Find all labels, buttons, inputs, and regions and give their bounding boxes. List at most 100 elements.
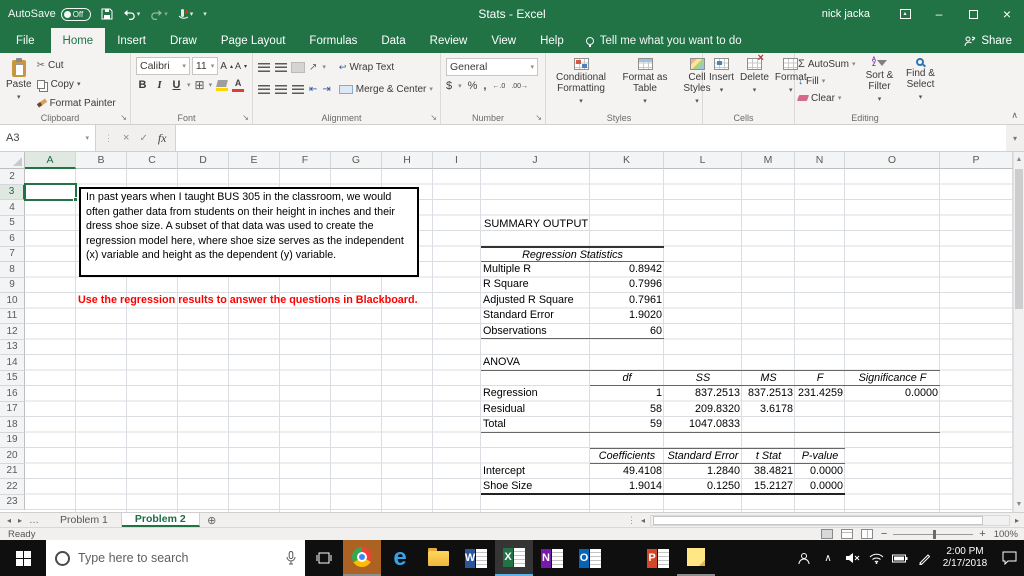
dropdown-arrow-icon[interactable]: ▾ [838,94,842,102]
stat-cell[interactable]: Standard Error [481,308,590,324]
tab-view[interactable]: View [479,28,528,53]
italic-button[interactable]: I [153,79,166,91]
fill-color-button[interactable] [216,79,229,91]
sheet-nav-right-icon[interactable]: ▸ [18,516,22,525]
scroll-left-icon[interactable]: ◂ [638,516,648,525]
page-break-preview-button[interactable] [860,529,873,539]
row-header[interactable]: 3 [0,184,25,200]
share-button[interactable]: Share [964,28,1024,53]
dropdown-arrow-icon[interactable]: ▾ [322,63,326,71]
drag-handle-icon[interactable]: ⋮ [104,133,113,144]
coefficient-header-cell[interactable]: t Stat [742,449,795,463]
column-header[interactable]: A [25,152,76,169]
volume-button[interactable] [840,540,864,576]
sheet-tab-problem1[interactable]: Problem 1 [47,513,122,527]
row-header[interactable]: 14 [0,355,25,371]
column-header[interactable]: H [382,152,433,169]
coefficient-cell[interactable]: 38.4821 [742,464,795,480]
taskbar-sticky-notes-button[interactable] [677,540,715,576]
coefficient-cell[interactable]: Shoe Size [481,479,590,493]
row-header[interactable]: 16 [0,386,25,402]
ribbon-display-options-button[interactable]: ▴ [888,0,922,28]
fill-button[interactable]: ↓ Fill ▾ [798,73,855,89]
paste-button[interactable]: Paste ▾ [3,56,35,105]
anova-cell[interactable]: 59 [590,417,664,432]
column-header[interactable]: G [331,152,382,169]
row-header[interactable]: 4 [0,200,25,216]
taskbar-outlook-button[interactable]: O [571,540,609,576]
selected-cell-A3[interactable] [24,183,78,202]
row-header[interactable]: 9 [0,277,25,293]
column-header[interactable]: J [481,152,590,169]
horizontal-scroll-thumb[interactable] [652,515,983,525]
sheet-nav-left-icon[interactable]: ◂ [7,516,11,525]
task-view-button[interactable] [305,540,343,576]
anova-cell[interactable]: 209.8320 [664,402,742,418]
tab-formulas[interactable]: Formulas [297,28,369,53]
sheet-grid[interactable]: ABCDEFGHIJKLMNOP 2 3 4 5 6 7 8 9 10 11 12 13 14 15 16 1… [0,152,1013,512]
battery-button[interactable] [888,540,912,576]
anova-cell[interactable]: 837.2513 [742,386,795,402]
sheet-nav-more[interactable]: … [29,515,40,526]
page-layout-view-button[interactable] [840,529,853,539]
row-header[interactable]: 8 [0,262,25,278]
row-header[interactable]: 23 [0,494,25,510]
windows-ink-button[interactable] [912,540,936,576]
dropdown-arrow-icon[interactable]: ▾ [429,85,433,93]
regression-stats-title[interactable]: Regression Statistics [481,246,664,262]
dropdown-arrow-icon[interactable]: ▾ [187,81,191,89]
row-header[interactable]: 19 [0,432,25,448]
vertical-scrollbar[interactable]: ▲ ▼ [1013,152,1024,512]
row-header[interactable]: 20 [0,448,25,464]
stat-cell[interactable]: R Square [481,277,590,293]
coefficient-cell[interactable]: 0.0000 [795,479,845,493]
zoom-level[interactable]: 100% [994,529,1018,540]
anova-cell[interactable]: 3.6178 [742,402,795,418]
show-hidden-icons-button[interactable]: ∧ [816,540,840,576]
find-select-button[interactable]: Find & Select ▾ [899,56,941,105]
zoom-in-button[interactable]: + [979,528,985,540]
column-header[interactable]: K [590,152,664,169]
dropdown-arrow-icon[interactable]: ▾ [458,82,462,90]
anova-cell[interactable]: 231.4259 [795,386,845,402]
decrease-indent-button[interactable]: ⇤ [309,84,317,95]
coefficient-cell[interactable]: 1.2840 [664,464,742,480]
merge-center-button[interactable]: Merge & Center ▾ [338,80,433,98]
borders-button[interactable]: ⊞ [195,79,205,91]
row-header[interactable]: 18 [0,417,25,433]
column-header[interactable]: L [664,152,742,169]
zoom-slider[interactable] [893,529,974,539]
font-size-select[interactable]: 11 ▾ [191,57,219,75]
taskbar-clock[interactable]: 2:00 PM 2/17/2018 [936,540,994,576]
percent-style-button[interactable]: % [468,80,478,92]
anova-cell[interactable]: 837.2513 [664,386,742,402]
horizontal-scrollbar[interactable]: ⋮ ◂ ▸ [627,513,1024,527]
minimize-button[interactable]: – [922,0,956,28]
insert-function-button[interactable]: fx [158,131,167,146]
vertical-scroll-thumb[interactable] [1015,169,1023,309]
collapse-ribbon-button[interactable]: ∧ [1011,110,1018,121]
clear-button[interactable]: Clear ▾ [796,90,855,106]
accounting-format-button[interactable]: $ [446,80,452,92]
taskbar-powerpoint-button[interactable]: P [639,540,677,576]
new-sheet-button[interactable]: ⊕ [200,513,224,527]
underline-button[interactable]: U [170,79,183,91]
account-name[interactable]: nick jacka [822,8,870,20]
autosum-button[interactable]: Σ AutoSum ▾ [798,56,855,72]
column-header[interactable]: D [178,152,229,169]
tab-data[interactable]: Data [369,28,417,53]
stat-cell[interactable]: 0.7996 [590,277,664,293]
network-button[interactable] [864,540,888,576]
stat-cell[interactable]: 1.9020 [590,308,664,324]
dropdown-arrow-icon[interactable]: ▾ [822,77,826,85]
anova-header-cell[interactable]: df [590,371,664,386]
undo-button[interactable]: ▾ [123,9,140,20]
scroll-right-icon[interactable]: ▸ [1012,516,1022,525]
row-header[interactable]: 7 [0,246,25,262]
autosave-toggle[interactable]: AutoSave Off [8,7,91,21]
anova-cell[interactable] [845,402,940,418]
increase-indent-button[interactable]: ⇥ [322,84,330,95]
coefficient-cell[interactable]: 15.2127 [742,479,795,493]
row-header[interactable]: 15 [0,370,25,386]
format-painter-button[interactable]: Format Painter [36,94,116,112]
